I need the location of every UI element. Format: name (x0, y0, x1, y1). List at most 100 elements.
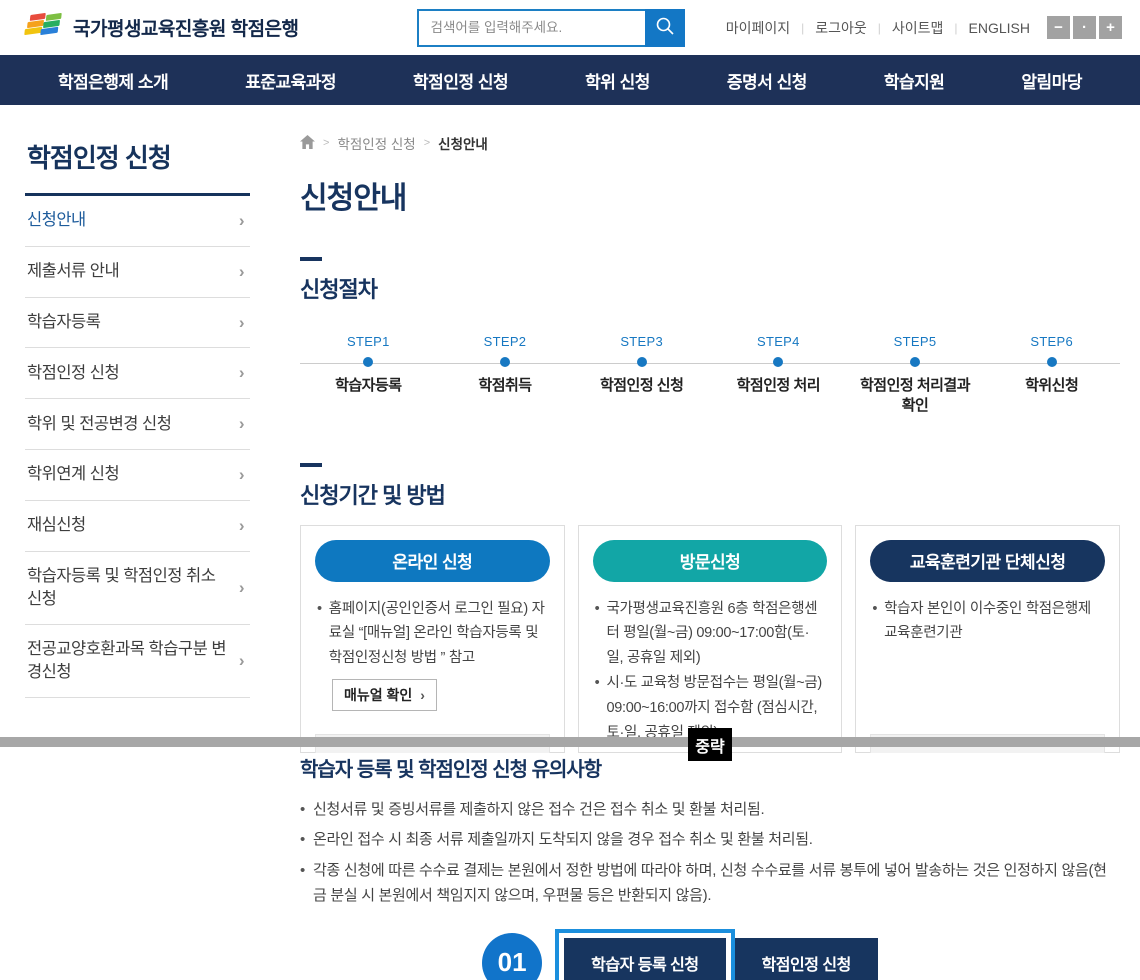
sidebar-item-reexamination[interactable]: 재심신청 › (25, 501, 250, 552)
page: 국가평생교육진흥원 학점은행 마이페이지 | 로그아웃 | 사이트맵 | ENG… (0, 0, 1140, 980)
link-mypage[interactable]: 마이페이지 (726, 18, 790, 38)
search-bar (416, 8, 685, 47)
notice-list: • 신청서류 및 증빙서류를 제출하지 않은 접수 건은 접수 취소 및 환불 … (300, 798, 1120, 909)
sidebar-item-degree-major-change[interactable]: 학위 및 전공변경 신청 › (25, 399, 250, 450)
nav-item-degree-apply[interactable]: 학위 신청 (585, 68, 650, 93)
notice-item: • 각종 신청에 따른 수수료 결제는 본원에서 정한 방법에 따라야 하며, … (300, 859, 1120, 909)
sidebar: 학점인정 신청 신청안내 › 제출서류 안내 › 학습자등록 › 학점인정 신청 › 학… (0, 105, 250, 698)
card-online: 온라인 신청 • 홈페이지(공인인증서 로그인 필요) 자료실 “[매뉴얼] 온… (300, 524, 565, 753)
logo-icon (24, 10, 64, 45)
logo-text: 국가평생교육진흥원 학점은행 (73, 19, 299, 40)
step-6: STEP6 학위신청 (1025, 334, 1079, 394)
font-increase-button[interactable]: + (1099, 16, 1122, 39)
procedure-section: 신청절차 STEP1 학습자등록 STEP2 학점취득 STEP3 학점인정 신… (300, 257, 1120, 417)
splice-divider (0, 737, 1140, 747)
learner-registration-apply-button[interactable]: 학습자 등록 신청 (564, 937, 726, 980)
sidebar-item-credit-recognition[interactable]: 학점인정 신청 › (25, 348, 250, 400)
chevron-right-icon: › (238, 363, 245, 383)
chevron-right-icon: › (238, 464, 245, 484)
cta-row: 01 학습자 등록 신청 학점인정 신청 (300, 928, 1060, 980)
nav-item-support[interactable]: 학습지원 (884, 68, 945, 93)
nav-item-certificate[interactable]: 증명서 신청 (727, 68, 807, 93)
institution-apply-button[interactable]: 교육훈련기관 단체신청 (870, 539, 1106, 582)
card-institution: 교육훈련기관 단체신청 • 학습자 본인이 이수중인 학점은행제 교육훈련기관 (855, 524, 1120, 753)
breadcrumb-level1[interactable]: 학점인정 신청 (337, 133, 415, 153)
page-title: 신청안내 (300, 182, 407, 215)
search-icon (655, 16, 675, 39)
home-icon[interactable] (300, 134, 315, 152)
breadcrumb: > 학점인정 신청 > 신청안내 (300, 133, 1120, 153)
nav-item-about[interactable]: 학점은행제 소개 (58, 68, 169, 93)
font-reset-button[interactable]: · (1073, 16, 1096, 39)
splice-omitted-badge: 중략 (688, 728, 732, 761)
chevron-right-icon: › (238, 312, 245, 332)
procedure-heading: 신청절차 (300, 277, 378, 302)
visit-apply-button[interactable]: 방문신청 (592, 539, 828, 582)
credit-recognition-apply-button[interactable]: 학점인정 신청 (734, 937, 878, 980)
step-dot (636, 357, 647, 367)
chevron-right-icon: › (238, 577, 245, 597)
chevron-right-icon: › (238, 515, 245, 535)
sidebar-item-cancellation[interactable]: 학습자등록 및 학점인정 취소 신청 › (25, 552, 250, 625)
step-1: STEP1 학습자등록 (335, 334, 402, 394)
section-dash (300, 257, 322, 261)
bullet-icon: • (300, 800, 305, 818)
chevron-right-icon: › (238, 650, 245, 670)
bullet-icon: • (300, 862, 305, 879)
online-apply-button[interactable]: 온라인 신청 (315, 539, 550, 582)
step-2: STEP2 학점취득 (478, 334, 532, 394)
sidebar-item-learner-registration[interactable]: 학습자등록 › (25, 298, 250, 349)
method-cards: 온라인 신청 • 홈페이지(공인인증서 로그인 필요) 자료실 “[매뉴얼] 온… (300, 524, 1120, 753)
bullet-icon: • (317, 600, 322, 617)
sidebar-item-category-change[interactable]: 전공교양호환과목 학습구분 변경신청 › (25, 625, 250, 698)
nav-item-news[interactable]: 알림마당 (1021, 68, 1082, 93)
chevron-right-icon: › (238, 414, 245, 434)
step-dot (363, 357, 374, 367)
card-visit: 방문신청 • 국가평생교육진흥원 6층 학점은행센터 평일(월~금) 09:00… (577, 524, 843, 753)
step-5: STEP5 학점인정 처리결과 확인 (859, 334, 971, 415)
link-sitemap[interactable]: 사이트맵 (892, 18, 944, 38)
manual-check-button[interactable]: 매뉴얼 확인 › (332, 679, 437, 712)
notice-item: • 온라인 접수 시 최종 서류 제출일까지 도착되지 않을 경우 접수 취소 … (300, 828, 1120, 853)
link-english[interactable]: ENGLISH (969, 20, 1030, 36)
chevron-right-icon: › (238, 211, 245, 230)
sidebar-title: 학점인정 신청 (25, 130, 250, 196)
nav-item-credit-apply[interactable]: 학점인정 신청 (413, 68, 509, 93)
notice-item: • 신청서류 및 증빙서류를 제출하지 않은 접수 건은 접수 취소 및 환불 … (300, 798, 1120, 823)
bullet-icon: • (594, 600, 600, 617)
bullet-icon: • (300, 831, 305, 849)
global-nav: 학점은행제 소개 표준교육과정 학점인정 신청 학위 신청 증명서 신청 학습지… (0, 55, 1140, 105)
section-dash (300, 462, 322, 467)
methods-heading: 신청기간 및 방법 (300, 482, 446, 508)
notice-section: 학습자 등록 및 학점인정 신청 유의사항 • 신청서류 및 증빙서류를 제출하… (300, 753, 1120, 909)
step-number-badge: 01 (482, 932, 543, 980)
nav-item-curriculum[interactable]: 표준교육과정 (245, 68, 336, 93)
step-3: STEP3 학점인정 신청 (599, 334, 684, 394)
step-4: STEP4 학점인정 처리 (736, 334, 821, 394)
link-logout[interactable]: 로그아웃 (815, 18, 867, 38)
font-size-controls: − · + (1047, 16, 1122, 39)
step-dot (773, 357, 784, 367)
utility-links: 마이페이지 | 로그아웃 | 사이트맵 | ENGLISH − · + (726, 16, 1122, 39)
search-input[interactable] (416, 8, 645, 47)
step-dot (910, 357, 921, 367)
bullet-icon: • (594, 675, 600, 692)
body: 학점인정 신청 신청안내 › 제출서류 안내 › 학습자등록 › 학점인정 신청 › 학… (0, 105, 1140, 980)
main-content: > 학점인정 신청 > 신청안내 신청안내 신청절차 STEP1 학습자등록 S… (250, 105, 1140, 980)
sidebar-item-guide[interactable]: 신청안내 › (25, 196, 250, 247)
chevron-right-icon: › (238, 261, 245, 281)
step-dot (1046, 357, 1057, 367)
header: 국가평생교육진흥원 학점은행 마이페이지 | 로그아웃 | 사이트맵 | ENG… (0, 0, 1140, 55)
chevron-right-icon: › (420, 687, 425, 704)
sidebar-item-documents[interactable]: 제출서류 안내 › (25, 247, 250, 298)
logo[interactable]: 국가평생교육진흥원 학점은행 (24, 10, 299, 45)
sidebar-item-degree-link[interactable]: 학위연계 신청 › (25, 450, 250, 501)
font-decrease-button[interactable]: − (1047, 16, 1070, 39)
search-button[interactable] (644, 8, 685, 47)
bullet-icon: • (872, 600, 878, 617)
step-dot (500, 357, 510, 367)
breadcrumb-level2[interactable]: 신청안내 (438, 133, 488, 153)
steps-line (300, 363, 1120, 364)
procedure-steps: STEP1 학습자등록 STEP2 학점취득 STEP3 학점인정 신청 STE… (300, 334, 1120, 417)
methods-section: 신청기간 및 방법 온라인 신청 • 홈페이지(공인인증서 로그인 필요) 자료… (300, 462, 1120, 753)
